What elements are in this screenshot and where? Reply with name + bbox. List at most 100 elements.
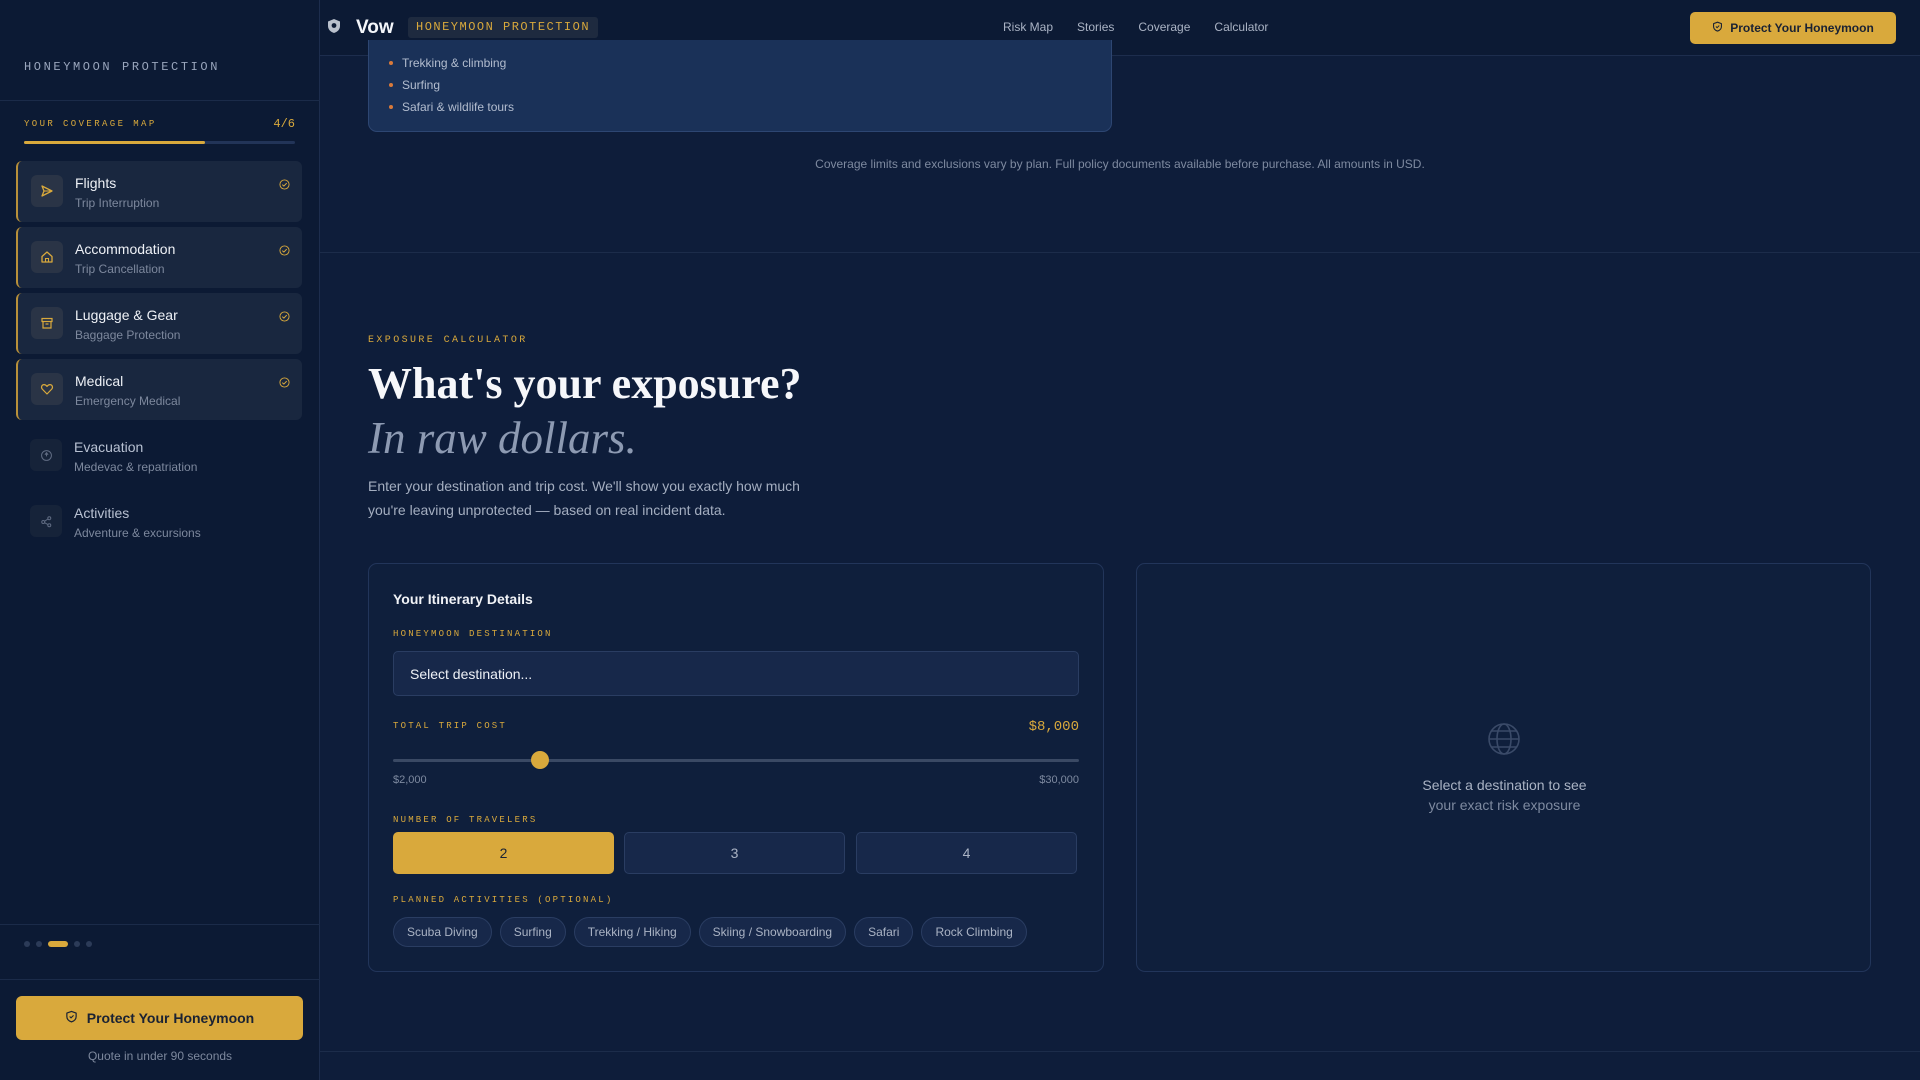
brand-name[interactable]: Vow — [356, 17, 394, 39]
sidebar-item-title: Medical — [75, 373, 124, 389]
trip-cost-max: $30,000 — [1039, 774, 1079, 786]
coverage-disclaimer: Coverage limits and exclusions vary by p… — [815, 157, 1425, 171]
heart-icon — [31, 373, 63, 405]
activity-chip-skiing[interactable]: Skiing / Snowboarding — [698, 917, 847, 947]
trip-cost-slider-track[interactable] — [393, 759, 1079, 762]
check-circle-icon — [279, 309, 290, 327]
archive-icon — [31, 307, 63, 339]
form-title: Your Itinerary Details — [393, 591, 533, 607]
shield-icon — [1712, 21, 1723, 35]
sidebar-item-luggage[interactable]: Luggage & Gear Baggage Protection — [16, 293, 302, 354]
nav-link-calculator[interactable]: Calculator — [1214, 20, 1268, 34]
nav-link-coverage[interactable]: Coverage — [1138, 20, 1190, 34]
home-icon — [31, 241, 63, 273]
list-item: Surfing — [389, 74, 514, 96]
sidebar-item-subtitle: Adventure & excursions — [74, 526, 201, 540]
brand-badge: HONEYMOON PROTECTION — [408, 17, 599, 38]
sidebar-item-title: Evacuation — [74, 439, 144, 455]
sidebar-item-flights[interactable]: Flights Trip Interruption — [16, 161, 302, 222]
page-title: What's your exposure? — [368, 359, 802, 408]
trip-cost-slider-thumb[interactable] — [530, 751, 549, 769]
pagination-dot[interactable] — [24, 941, 30, 947]
activities-label: PLANNED ACTIVITIES (OPTIONAL) — [393, 895, 614, 905]
compass-icon — [30, 439, 62, 471]
nav-link-risk-map[interactable]: Risk Map — [1003, 20, 1053, 34]
sidebar-item-subtitle: Baggage Protection — [75, 328, 181, 342]
list-item-text: Safari & wildlife tours — [402, 100, 515, 114]
list-item: Safari & wildlife tours — [389, 96, 514, 118]
section-divider — [320, 1051, 1920, 1052]
check-circle-icon — [279, 177, 290, 195]
activity-chip-safari[interactable]: Safari — [854, 917, 914, 947]
bullet-icon — [389, 61, 393, 65]
bullet-icon — [389, 105, 393, 109]
section-divider — [320, 252, 1920, 253]
exposure-result-panel: Select a destination to see your exact r… — [1136, 563, 1871, 972]
destination-label: HONEYMOON DESTINATION — [393, 629, 553, 639]
pagination-dot[interactable] — [74, 941, 80, 947]
sidebar-item-activities[interactable]: Activities Adventure & excursions — [16, 491, 302, 552]
nav-cta-label: Protect Your Honeymoon — [1730, 21, 1874, 35]
nav-link-stories[interactable]: Stories — [1077, 20, 1114, 34]
sidebar-item-title: Accommodation — [75, 241, 176, 257]
globe-icon — [1486, 721, 1522, 762]
page-subtitle: In raw dollars. — [368, 413, 637, 463]
activity-chip-trekking[interactable]: Trekking / Hiking — [573, 917, 691, 947]
pagination-dot[interactable] — [86, 941, 92, 947]
logo-icon[interactable] — [326, 18, 342, 39]
pagination-dots — [24, 941, 92, 947]
sidebar-brand-label: HONEYMOON PROTECTION — [24, 60, 221, 74]
activity-chip-surfing[interactable]: Surfing — [499, 917, 566, 947]
sidebar-item-accommodation[interactable]: Accommodation Trip Cancellation — [16, 227, 302, 288]
protect-honeymoon-label: Protect Your Honeymoon — [86, 1010, 255, 1026]
sidebar-item-subtitle: Trip Interruption — [75, 196, 160, 210]
destination-select[interactable]: Select destination... — [393, 651, 1079, 696]
list-item-text: Trekking & climbing — [402, 56, 507, 70]
coverage-map-title: YOUR COVERAGE MAP — [24, 119, 157, 129]
shield-icon — [65, 1010, 78, 1026]
trip-cost-min: $2,000 — [393, 774, 427, 786]
sidebar-item-evacuation[interactable]: Evacuation Medevac & repatriation — [16, 425, 302, 486]
activities-chips: Scuba Diving Surfing Trekking / Hiking S… — [393, 917, 1027, 947]
check-circle-icon — [279, 243, 290, 261]
quote-note: Quote in under 90 seconds — [87, 1049, 233, 1063]
coverage-progress-bar — [24, 141, 295, 144]
sidebar-item-medical[interactable]: Medical Emergency Medical — [16, 359, 302, 420]
sidebar-item-title: Activities — [74, 505, 130, 521]
activity-chip-scuba[interactable]: Scuba Diving — [393, 917, 492, 947]
trip-cost-label: TOTAL TRIP COST — [393, 721, 508, 731]
travelers-option-2[interactable]: 2 — [393, 832, 614, 874]
activities-coverage-card: Trekking & climbing Surfing Safari & wil… — [368, 40, 1112, 132]
coverage-map-count: 4/6 — [273, 117, 295, 131]
sidebar-item-subtitle: Trip Cancellation — [75, 262, 165, 276]
activities-list: Trekking & climbing Surfing Safari & wil… — [389, 52, 514, 118]
check-circle-icon — [279, 375, 290, 393]
travelers-option-4[interactable]: 4 — [856, 832, 1077, 874]
sidebar-item-title: Flights — [75, 175, 117, 191]
pagination-dot-active[interactable] — [48, 941, 68, 947]
divider — [0, 924, 320, 925]
travelers-option-3[interactable]: 3 — [624, 832, 845, 874]
bullet-icon — [389, 83, 393, 87]
protect-honeymoon-button[interactable]: Protect Your Honeymoon — [16, 996, 303, 1040]
activity-icon — [30, 505, 62, 537]
pagination-dot[interactable] — [36, 941, 42, 947]
sidebar-item-title: Luggage & Gear — [75, 307, 178, 323]
divider — [0, 100, 320, 101]
sidebar-item-subtitle: Emergency Medical — [75, 394, 181, 408]
result-placeholder-line2: your exact risk exposure — [1428, 797, 1581, 813]
sidebar-item-subtitle: Medevac & repatriation — [74, 460, 198, 474]
activity-chip-rock-climbing[interactable]: Rock Climbing — [921, 917, 1027, 947]
result-placeholder-line1: Select a destination to see — [1422, 777, 1587, 793]
nav-protect-honeymoon-button[interactable]: Protect Your Honeymoon — [1690, 12, 1896, 44]
itinerary-form-panel: Your Itinerary Details HONEYMOON DESTINA… — [368, 563, 1104, 972]
travelers-label: NUMBER OF TRAVELERS — [393, 815, 538, 825]
plane-icon — [31, 175, 63, 207]
section-eyebrow: EXPOSURE CALCULATOR — [368, 335, 528, 346]
coverage-progress-fill — [24, 141, 205, 144]
nav-links: Risk Map Stories Coverage Calculator — [1003, 20, 1268, 34]
trip-cost-value: $8,000 — [1028, 719, 1079, 735]
list-item: Trekking & climbing — [389, 52, 514, 74]
sidebar: HONEYMOON PROTECTION YOUR COVERAGE MAP 4… — [0, 0, 320, 1080]
divider — [0, 979, 320, 980]
